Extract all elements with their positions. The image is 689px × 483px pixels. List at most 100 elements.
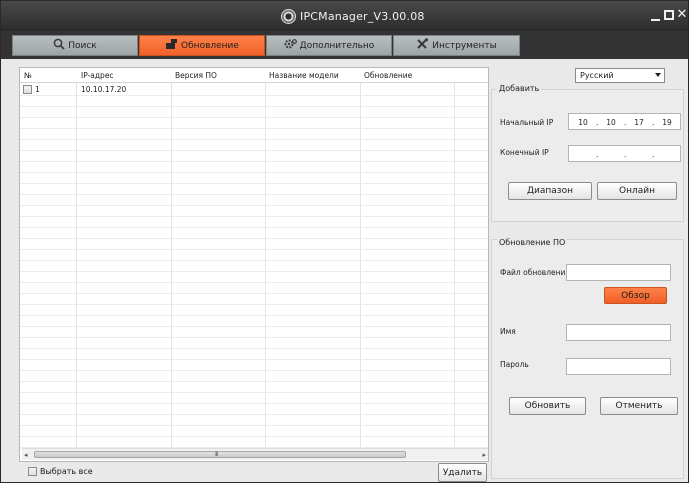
minimize-button[interactable] [649,8,663,22]
column-divider [454,83,455,448]
start-ip-octet: 10 [578,118,588,127]
row-gridline [20,381,488,382]
tab-search[interactable]: Поиск [12,35,138,56]
name-input[interactable] [566,324,671,341]
row-gridline [20,348,488,349]
cancel-button[interactable]: Отменить [600,397,678,415]
tab-search-label: Поиск [68,40,97,51]
column-divider [265,83,266,448]
column-divider [360,83,361,448]
tab-update-label: Обновление [181,40,239,51]
start-ip-field[interactable]: 10 . 10 . 17 . 19 [568,113,681,130]
row-gridline [20,238,488,239]
tools-icon [416,38,429,53]
row-gridline [20,392,488,393]
start-ip-octet: 17 [634,118,644,127]
password-input[interactable] [566,358,671,375]
row-gridline [20,128,488,129]
tab-strip: Поиск Обновление Дополнительно Инструмен… [1,31,688,83]
row-gridline [20,315,488,316]
browse-button[interactable]: Обзор [604,287,667,304]
minimize-icon [651,19,660,21]
row-gridline [20,337,488,338]
scroll-right-arrow-icon[interactable]: ▸ [482,451,486,459]
ip-dot: . [652,118,655,127]
chevron-down-icon [655,73,661,77]
row-gridline [20,139,488,140]
row-gridline [20,271,488,272]
select-all-label: Выбрать все [40,467,93,476]
row-gridline [20,227,488,228]
row-gridline [20,249,488,250]
tab-advanced[interactable]: Дополнительно [266,35,392,56]
column-divider [171,83,172,448]
row-gridline [20,293,488,294]
language-select[interactable]: Русский [575,68,665,83]
column-header-ip[interactable]: IP-адрес [81,71,114,80]
add-group: Добавить Начальный IP 10 . 10 . 17 . 19 … [491,84,684,222]
firmware-group-title: Обновление ПО [497,238,568,247]
row-checkbox[interactable] [23,85,32,94]
row-gridline [20,194,488,195]
end-ip-field[interactable]: . . . [568,145,681,162]
scrollbar-grip: III [215,451,218,458]
device-table[interactable]: № IP-адрес Версия ПО Название модели Обн… [19,67,489,462]
row-gridline [20,359,488,360]
name-label: Имя [500,327,516,336]
ip-dot: . [596,118,599,127]
maximize-button[interactable] [662,8,676,22]
select-all-checkbox[interactable] [28,467,37,476]
row-gridline [20,205,488,206]
upgrade-icon [165,38,178,53]
row-ip: 10.10.17.20 [81,85,127,94]
row-gridline [20,414,488,415]
range-button[interactable]: Диапазон [508,182,592,200]
scrollbar-thumb[interactable]: III [34,451,406,458]
close-button[interactable]: ✕ [675,8,689,22]
column-header-update[interactable]: Обновление [364,71,412,80]
firmware-group: Обновление ПО Файл обновления Обзор Имя … [491,238,684,479]
table-row[interactable]: 1 10.10.17.20 [20,84,488,95]
file-input[interactable] [566,264,671,281]
row-gridline [20,282,488,283]
maximize-icon [664,10,674,20]
scroll-left-arrow-icon[interactable]: ◂ [24,451,28,459]
select-all-control[interactable]: Выбрать все [28,467,93,476]
start-ip-octet: 10 [606,118,616,127]
update-button[interactable]: Обновить [509,397,586,415]
title-bar[interactable]: IPCManager_V3.00.08 ✕ [1,1,688,31]
tab-update[interactable]: Обновление [139,35,265,56]
row-gridline [20,326,488,327]
ip-dot: . [652,150,655,159]
row-gridline [20,95,488,96]
close-icon: ✕ [676,7,688,22]
row-gridline [20,117,488,118]
row-gridline [20,403,488,404]
row-gridline [20,183,488,184]
ip-dot: . [624,150,627,159]
delete-button[interactable]: Удалить [438,463,487,482]
tab-tools[interactable]: Инструменты [393,35,520,56]
settings-icon [284,38,297,53]
column-header-version[interactable]: Версия ПО [175,71,217,80]
row-gridline [20,172,488,173]
title-group: IPCManager_V3.00.08 [281,8,425,24]
window-title: IPCManager_V3.00.08 [300,9,425,23]
table-header: № IP-адрес Версия ПО Название модели Обн… [20,68,488,83]
column-header-index[interactable]: № [24,71,32,80]
start-ip-label: Начальный IP [500,118,554,127]
tab-advanced-label: Дополнительно [299,40,375,51]
column-divider [76,83,77,448]
row-gridline [20,106,488,107]
online-button[interactable]: Онлайн [597,182,677,200]
row-gridline [20,436,488,437]
horizontal-scrollbar[interactable]: ◂ III ▸ [22,448,488,460]
add-group-title: Добавить [497,84,542,93]
row-index: 1 [35,85,40,94]
file-label: Файл обновления [500,268,570,277]
column-header-model[interactable]: Название модели [269,71,339,80]
row-gridline [20,150,488,151]
app-window: IPCManager_V3.00.08 ✕ Поиск Обновление Д… [0,0,689,483]
start-ip-octet: 19 [662,118,672,127]
tab-tools-label: Инструменты [432,40,497,51]
